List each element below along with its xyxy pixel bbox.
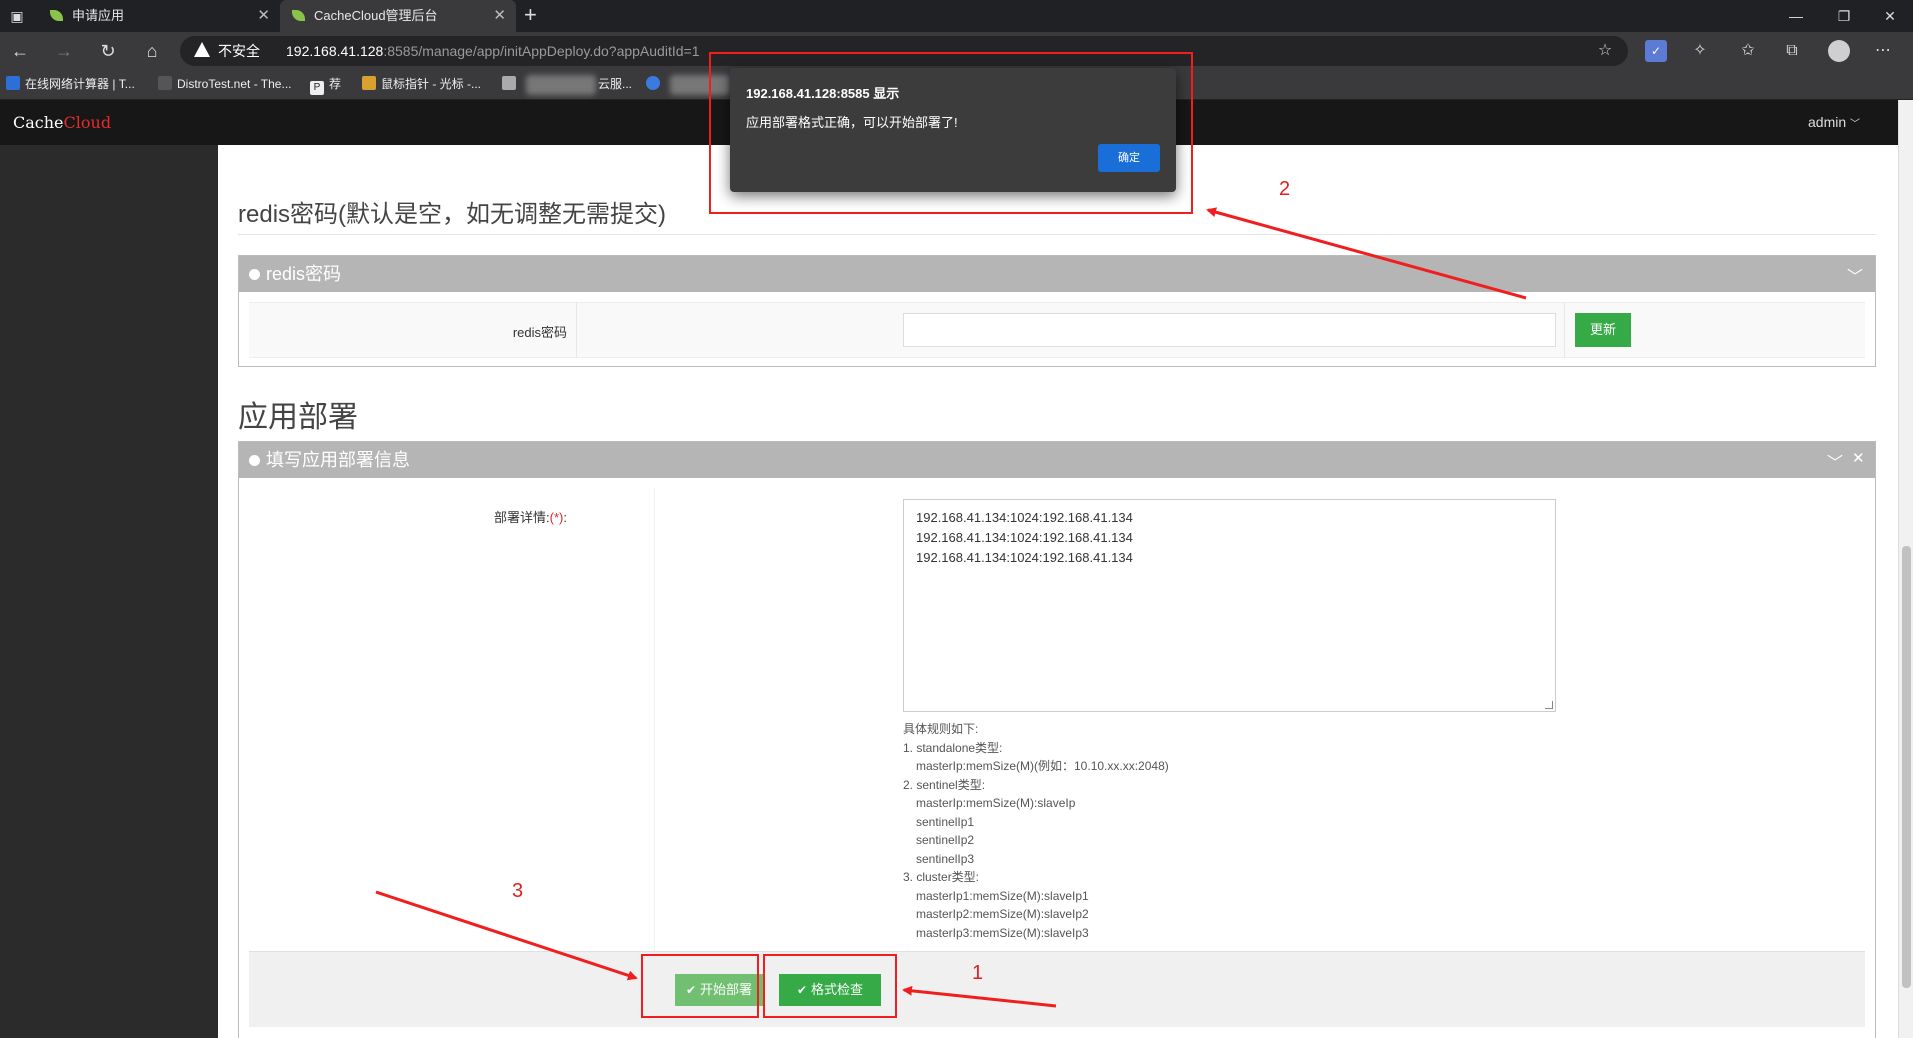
sidebar [0,145,218,1038]
extension-icon[interactable]: ✓ [1645,40,1667,62]
collapse-chevron-icon[interactable]: ﹀ [1827,449,1843,473]
redis-password-input[interactable] [903,313,1556,347]
resize-handle-icon[interactable] [1545,701,1553,709]
bookmark-item[interactable] [646,70,665,98]
cursor-icon [362,76,376,90]
minimize-icon[interactable]: — [1774,0,1818,32]
annotation-number-3: 3 [512,880,524,902]
app-logo[interactable]: CacheCloud [13,100,111,145]
app-deploy-heading: 应用部署 [238,401,358,434]
bookmark-item[interactable]: 在线网络计算器 | T... [6,70,135,98]
forward-icon[interactable]: → [50,38,78,64]
annotation-number-1: 1 [972,962,984,984]
bookmark-item[interactable]: P荐 [310,70,341,98]
bookmark-item[interactable] [502,70,521,98]
tab-apply-app[interactable]: 申请应用 ✕ [38,0,280,32]
bookmark-favicon-icon [6,76,20,90]
annotation-number-2: 2 [1279,178,1291,200]
blurred-bookmark [526,75,596,95]
profile-avatar[interactable] [1828,40,1850,62]
deploy-detail-textarea[interactable]: 192.168.41.134:1024:192.168.41.134 192.1… [903,499,1556,712]
chevron-down-icon: ﹀ [1850,119,1861,130]
scrollbar-thumb[interactable] [1902,546,1911,988]
user-menu[interactable]: admin ﹀ [1808,100,1860,147]
annotation-box-format-check [763,954,897,1018]
app-deploy-panel: 填写应用部署信息 ﹀ ✕ 部署详情:(*): 192.168.41.134:10… [238,441,1876,1038]
spring-leaf-icon [292,10,305,21]
annotation-box-start-deploy [641,954,759,1018]
collections-icon[interactable]: ⧉ [1781,40,1803,62]
url-text[interactable]: 192.168.41.128:8585/manage/app/initAppDe… [286,36,699,66]
remove-panel-icon[interactable]: ✕ [1852,449,1865,467]
warning-icon [194,42,210,57]
back-icon[interactable]: ← [6,38,34,64]
panel-header: redis密码 ﹀ [239,256,1875,292]
favorites-icon[interactable]: ✩ [1737,40,1759,62]
divider [1564,302,1565,358]
collapse-chevron-icon[interactable]: ﹀ [1847,263,1863,287]
refresh-icon[interactable]: ↻ [94,38,122,64]
bullet-icon [249,455,260,466]
redis-password-label: redis密码 [512,325,567,340]
deploy-rules-help: 具体规则如下: 1. standalone类型: masterIp:memSiz… [903,722,1169,940]
bookmark-favicon-icon: P [310,81,324,95]
page-scrollbar[interactable] [1898,100,1913,1038]
divider [576,302,577,358]
tab-actions-icon[interactable]: ▣ [6,6,28,26]
bookmark-favicon-icon [502,76,516,90]
restore-icon[interactable]: ❐ [1822,0,1866,32]
globe-icon [646,76,660,90]
bullet-icon [249,269,260,280]
divider [654,488,655,950]
bookmark-favicon-icon [158,76,172,90]
update-password-button[interactable]: 更新 [1575,313,1631,347]
bookmark-item[interactable]: DistroTest.net - The... [158,70,292,98]
security-warning[interactable]: 不安全 [218,36,260,66]
close-window-icon[interactable]: ✕ [1868,0,1912,32]
new-tab-button[interactable]: + [524,0,537,30]
more-menu-icon[interactable]: ⋯ [1872,40,1894,62]
home-icon[interactable]: ⌂ [138,38,166,64]
browser-tab-strip: ▣ 申请应用 ✕ CacheCloud管理后台 ✕ + — ❐ ✕ [0,0,1913,32]
add-favorite-icon[interactable]: ☆ [1594,40,1616,62]
extensions-puzzle-icon[interactable]: ✧ [1689,40,1711,62]
close-tab-icon[interactable]: ✕ [493,0,506,32]
close-tab-icon[interactable]: ✕ [257,0,270,32]
tab-label: 申请应用 [72,8,125,23]
deploy-detail-label: 部署详情:(*): [494,510,567,525]
bookmark-item[interactable]: 鼠标指针 - 光标 -... [362,70,481,98]
annotation-box-dialog [709,52,1193,214]
spring-leaf-icon [50,10,63,21]
divider [238,234,1876,235]
bookmark-item[interactable]: 云服... [598,70,632,98]
redis-password-heading: redis密码(默认是空，如无调整无需提交) [238,201,667,228]
panel-title: 填写应用部署信息 [266,450,410,470]
tab-cachecloud-admin[interactable]: CacheCloud管理后台 ✕ [280,0,516,32]
panel-title: redis密码 [266,264,342,284]
panel-header: 填写应用部署信息 ﹀ ✕ [239,442,1875,478]
redis-password-panel: redis密码 ﹀ redis密码 更新 [238,255,1876,367]
form-actions: ✔ 开始部署 ✔ 格式检查 [249,951,1865,1027]
tab-label: CacheCloud管理后台 [314,8,438,23]
